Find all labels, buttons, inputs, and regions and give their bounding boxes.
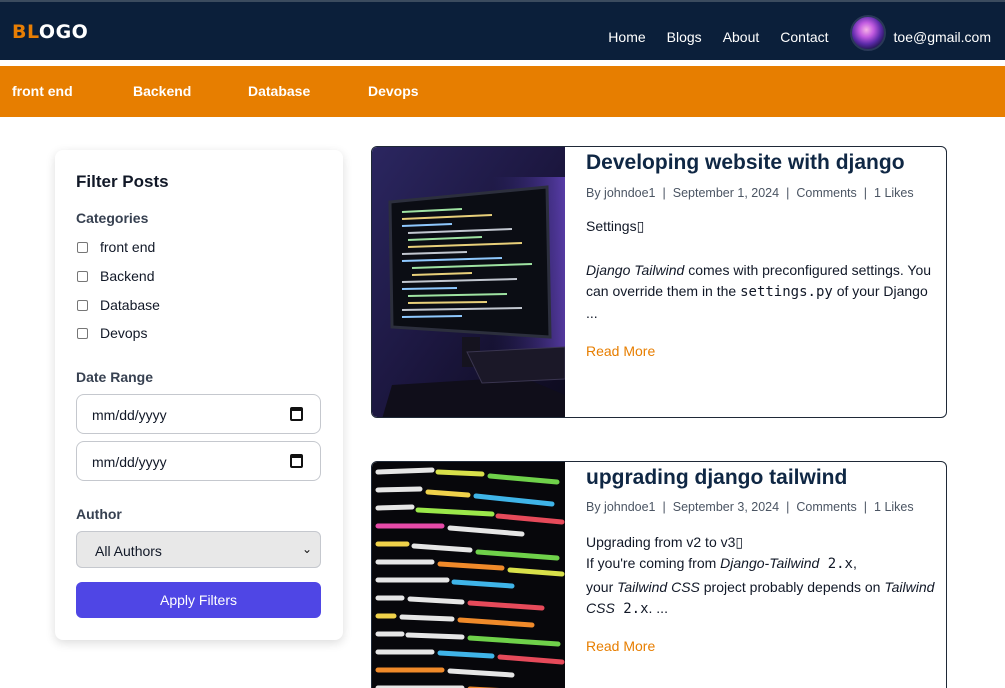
post-excerpt: Settings▯ Django Tailwind comes with pre… — [586, 216, 942, 324]
category-checkbox-row[interactable]: Devops — [77, 325, 147, 341]
category-front-end[interactable]: front end — [12, 83, 73, 99]
filter-panel: Filter Posts Categories front end Backen… — [55, 150, 343, 640]
nav-home-link[interactable]: Home — [608, 29, 645, 45]
filter-title: Filter Posts — [76, 172, 169, 191]
post-thumbnail-image[interactable] — [372, 147, 565, 418]
author-label: Author — [76, 506, 122, 522]
database-checkbox[interactable] — [77, 299, 88, 311]
category-bar: front end Backend Database Devops — [0, 66, 1005, 117]
post-likes: 1 Likes — [874, 186, 914, 200]
devops-checkbox-label: Devops — [100, 325, 148, 341]
post-meta: By johndoe1 | September 1, 2024 | Comments | 1… — [586, 186, 914, 200]
apply-filters-button[interactable]: Apply Filters — [76, 582, 321, 618]
post-author[interactable]: By johndoe1 — [586, 500, 656, 514]
post-card: Developing website with django By johndo… — [371, 146, 947, 418]
start-date-placeholder: mm/dd/yyyy — [92, 407, 167, 423]
front-end-checkbox[interactable] — [77, 241, 88, 253]
logo-part-bl: BL — [12, 21, 39, 43]
post-card: upgrading django tailwind By johndoe1 | Se… — [371, 461, 947, 688]
post-comments-link[interactable]: Comments — [796, 186, 856, 200]
excerpt-paragraph: Django Tailwind comes with preconfigured… — [586, 262, 932, 300]
post-thumbnail-image[interactable] — [372, 462, 565, 688]
author-select-value: All Authors — [95, 543, 162, 559]
chevron-down-icon: ⌄ — [301, 542, 312, 556]
nav-about-link[interactable]: About — [723, 29, 760, 45]
post-title[interactable]: upgrading django tailwind — [586, 466, 847, 490]
nav-contact-link[interactable]: Contact — [780, 29, 828, 45]
avatar[interactable] — [849, 15, 886, 51]
category-checkbox-row[interactable]: Backend — [77, 268, 154, 284]
calendar-icon[interactable] — [290, 407, 303, 421]
author-select[interactable]: All Authors ⌄ — [76, 531, 321, 568]
post-meta: By johndoe1 | September 3, 2024 | Comments | 1… — [586, 500, 914, 514]
post-excerpt: Upgrading from v2 to v3▯ If you're comin… — [586, 532, 942, 620]
top-navbar: BLOGO Home Blogs About Contact toe@gmail… — [0, 0, 1005, 60]
date-range-label: Date Range — [76, 369, 154, 385]
excerpt-heading: Settings▯ — [586, 218, 645, 234]
read-more-link[interactable]: Read More — [586, 638, 655, 654]
excerpt-heading: Upgrading from v2 to v3▯ — [586, 534, 744, 550]
end-date-placeholder: mm/dd/yyyy — [92, 454, 167, 470]
front-end-checkbox-label: front end — [100, 239, 156, 255]
excerpt-ellipsis: ... — [586, 305, 598, 321]
nav-links: Home Blogs About Contact toe@gmail.com — [608, 15, 991, 51]
category-backend[interactable]: Backend — [133, 83, 191, 99]
user-email[interactable]: toe@gmail.com — [894, 29, 991, 45]
category-checkbox-row[interactable]: Database — [77, 297, 160, 313]
calendar-icon[interactable] — [290, 454, 303, 468]
post-author[interactable]: By johndoe1 — [586, 186, 656, 200]
end-date-input[interactable]: mm/dd/yyyy — [76, 441, 321, 481]
backend-checkbox-label: Backend — [100, 268, 155, 284]
logo-part-ogo: OGO — [38, 21, 89, 43]
post-likes: 1 Likes — [874, 500, 914, 514]
database-checkbox-label: Database — [100, 297, 160, 313]
excerpt-paragraph: your Tailwind CSS project probably depen… — [586, 579, 935, 617]
categories-label: Categories — [76, 210, 149, 226]
nav-blogs-link[interactable]: Blogs — [667, 29, 702, 45]
post-comments-link[interactable]: Comments — [796, 500, 856, 514]
read-more-link[interactable]: Read More — [586, 343, 655, 359]
excerpt-line: If you're coming from Django-Tailwind 2.… — [586, 555, 857, 572]
category-devops[interactable]: Devops — [368, 83, 419, 99]
post-date: September 3, 2024 — [672, 500, 780, 514]
backend-checkbox[interactable] — [77, 270, 88, 282]
post-title[interactable]: Developing website with django — [586, 151, 905, 175]
start-date-input[interactable]: mm/dd/yyyy — [76, 394, 321, 434]
post-date: September 1, 2024 — [672, 186, 780, 200]
logo[interactable]: BLOGO — [12, 21, 88, 43]
category-database[interactable]: Database — [248, 83, 310, 99]
devops-checkbox[interactable] — [77, 327, 88, 339]
category-checkbox-row[interactable]: front end — [77, 239, 155, 255]
